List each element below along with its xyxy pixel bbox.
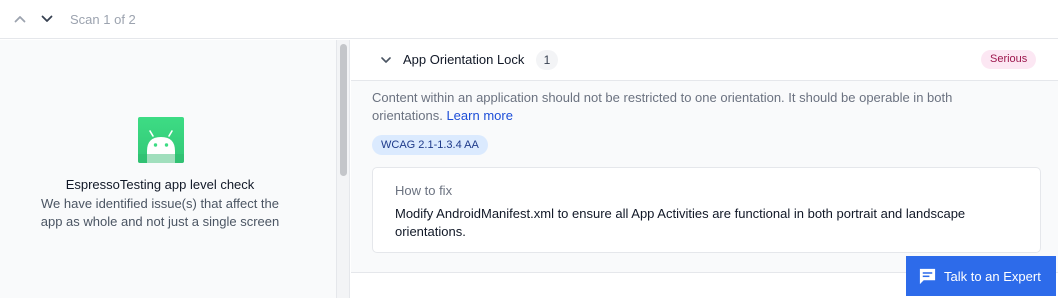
collapse-chevron-icon[interactable] — [379, 53, 393, 67]
how-to-fix-text: Modify AndroidManifest.xml to ensure all… — [395, 206, 966, 239]
check-title: EspressoTesting app level check — [65, 177, 255, 192]
severity-badge: Serious — [981, 50, 1037, 69]
issue-title: App Orientation Lock — [403, 52, 525, 67]
issue-count-badge: 1 — [536, 50, 558, 70]
vertical-scrollbar[interactable] — [336, 40, 350, 298]
next-scan-button[interactable] — [39, 11, 55, 27]
app-level-check-panel: EspressoTesting app level check We have … — [0, 40, 336, 298]
talk-to-expert-label: Talk to an Expert — [944, 268, 1041, 284]
chevron-up-icon — [14, 16, 26, 23]
how-to-fix-card: How to fix Modify AndroidManifest.xml to… — [372, 167, 1041, 253]
chevron-down-icon — [41, 15, 53, 22]
previous-scan-button[interactable] — [12, 11, 28, 27]
talk-to-expert-button[interactable]: Talk to an Expert — [906, 256, 1056, 296]
chat-icon — [919, 268, 936, 284]
learn-more-link[interactable]: Learn more — [446, 108, 512, 123]
top-toolbar: Scan 1 of 2 — [0, 0, 1058, 39]
android-icon — [138, 117, 184, 163]
how-to-fix-title: How to fix — [395, 183, 453, 198]
issue-body: Content within an application should not… — [351, 81, 1058, 273]
scan-counter: Scan 1 of 2 — [70, 11, 136, 27]
scrollbar-thumb[interactable] — [340, 44, 347, 176]
issue-description: Content within an application should not… — [372, 89, 1002, 125]
wcag-tag: WCAG 2.1-1.3.4 AA — [372, 135, 488, 155]
check-description: We have identified issue(s) that affect … — [40, 196, 280, 229]
issue-header[interactable]: App Orientation Lock 1 Serious — [351, 40, 1058, 81]
